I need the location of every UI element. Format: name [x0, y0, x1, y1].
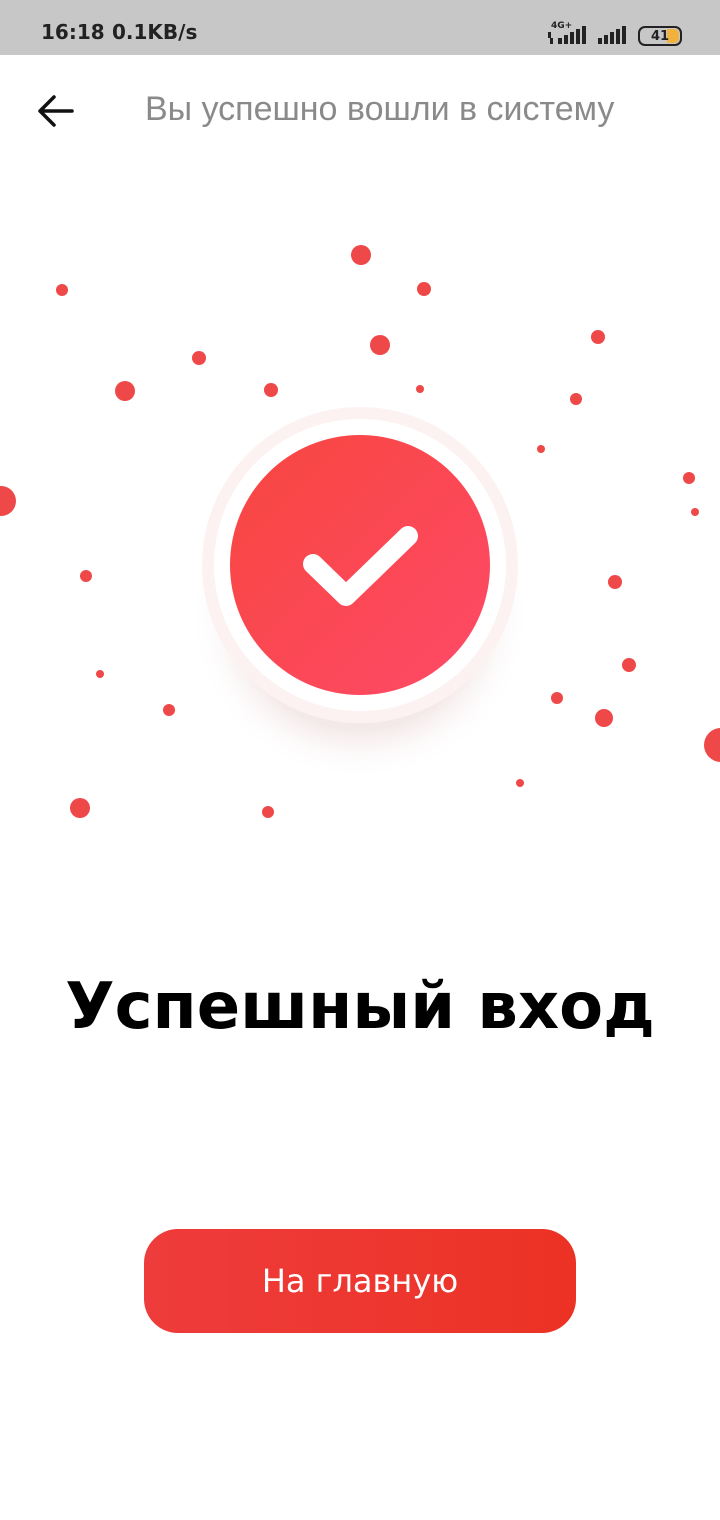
home-button[interactable]: На главную	[144, 1229, 576, 1333]
battery-level: 41	[650, 28, 670, 44]
header: Вы успешно вошли в систему	[0, 55, 720, 165]
status-time: 16:18	[41, 20, 105, 44]
status-icons: 41	[548, 20, 682, 46]
arrow-left-icon	[38, 95, 74, 127]
battery-icon: 41	[638, 26, 682, 46]
confetti-background	[0, 245, 720, 818]
success-headline: Успешный вход	[65, 970, 655, 1044]
signal-icon-2	[598, 26, 626, 44]
status-net-speed: 0.1KB/s	[112, 20, 198, 44]
signal-icon	[548, 26, 586, 44]
success-badge	[230, 435, 490, 695]
back-button[interactable]	[32, 91, 80, 131]
page-title: Вы успешно вошли в систему	[145, 90, 615, 128]
success-illustration	[0, 220, 720, 840]
status-bar: 16:18 0.1KB/s 4G+ 41	[0, 0, 720, 55]
